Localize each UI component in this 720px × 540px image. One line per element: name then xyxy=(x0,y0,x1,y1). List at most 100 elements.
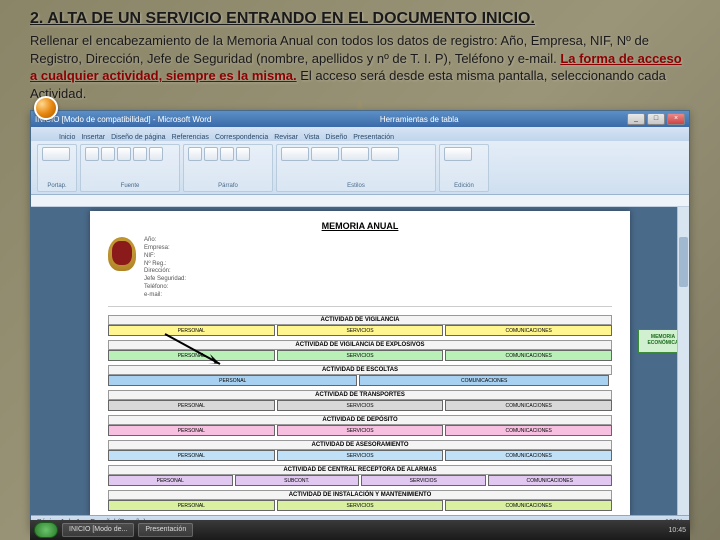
activity-cell[interactable]: COMUNICACIONES xyxy=(445,500,612,511)
document-page: MEMORIA ANUAL Año: Empresa: NIF: Nº Reg.… xyxy=(90,211,630,515)
align-center-button[interactable] xyxy=(204,147,218,161)
tab-insertar[interactable]: Insertar xyxy=(81,134,105,141)
context-tab-label: Herramientas de tabla xyxy=(380,115,459,124)
activity-cell[interactable]: COMUNICACIONES xyxy=(445,450,612,461)
activity-cell[interactable]: PERSONAL xyxy=(108,450,275,461)
system-tray-clock[interactable]: 10:45 xyxy=(668,527,686,534)
activity-cell[interactable]: SERVICIOS xyxy=(277,325,444,336)
taskbar-item-word[interactable]: INICIO [Modo de... xyxy=(62,523,134,537)
ribbon-toolbar: Portap. Fuente Párrafo Estilos Edición xyxy=(31,141,689,195)
window-titlebar: INICIO [Modo de compatibilidad] - Micros… xyxy=(31,111,689,127)
tab-inicio[interactable]: Inicio xyxy=(59,134,75,141)
activity-block: ACTIVIDAD DE TRANSPORTESPERSONALSERVICIO… xyxy=(108,390,612,411)
bold-button[interactable] xyxy=(85,147,99,161)
activity-cells-row: PERSONALSERVICIOSCOMUNICACIONES xyxy=(108,325,612,336)
activity-block: ACTIVIDAD DE VIGILANCIA DE EXPLOSIVOSPER… xyxy=(108,340,612,361)
activity-cell[interactable]: COMUNICACIONES xyxy=(359,375,608,386)
activity-cell[interactable]: PERSONAL xyxy=(108,400,275,411)
activity-cells-row: PERSONALSERVICIOSCOMUNICACIONES xyxy=(108,400,612,411)
group-font: Fuente xyxy=(85,183,175,189)
tab-vista[interactable]: Vista xyxy=(304,134,319,141)
group-paragraph: Párrafo xyxy=(188,183,268,189)
activity-title: ACTIVIDAD DE CENTRAL RECEPTORA DE ALARMA… xyxy=(108,465,612,475)
activity-cell[interactable]: SERVICIOS xyxy=(277,500,444,511)
activity-title: ACTIVIDAD DE DEPÓSITO xyxy=(108,415,612,425)
style-1[interactable] xyxy=(281,147,309,161)
activity-cell[interactable]: COMUNICACIONES xyxy=(445,425,612,436)
underline-button[interactable] xyxy=(117,147,131,161)
activity-cell[interactable]: PERSONAL xyxy=(108,425,275,436)
activity-cell[interactable]: PERSONAL xyxy=(108,475,233,486)
find-button[interactable] xyxy=(444,147,472,161)
slide-description: Rellenar el encabezamiento de la Memoria… xyxy=(30,32,690,102)
activity-block: ACTIVIDAD DE INSTALACIÓN Y MANTENIMIENTO… xyxy=(108,490,612,511)
police-shield-icon xyxy=(108,237,136,271)
style-3[interactable] xyxy=(341,147,369,161)
activity-cell[interactable]: PERSONAL xyxy=(108,500,275,511)
paste-button[interactable] xyxy=(42,147,70,161)
activity-cell[interactable]: SERVICIOS xyxy=(361,475,486,486)
activity-title: ACTIVIDAD DE INSTALACIÓN Y MANTENIMIENTO xyxy=(108,490,612,500)
windows-taskbar: INICIO [Modo de... Presentación 10:45 xyxy=(30,520,690,540)
tab-revisar[interactable]: Revisar xyxy=(274,134,298,141)
window-title: INICIO [Modo de compatibilidad] - Micros… xyxy=(35,115,211,124)
close-button[interactable]: × xyxy=(667,113,685,125)
header-field-labels: Año: Empresa: NIF: Nº Reg.: Dirección: J… xyxy=(144,237,186,299)
activity-block: ACTIVIDAD DE CENTRAL RECEPTORA DE ALARMA… xyxy=(108,465,612,486)
activity-title: ACTIVIDAD DE ASESORAMIENTO xyxy=(108,440,612,450)
activity-cells-row: PERSONALSERVICIOSCOMUNICACIONES xyxy=(108,450,612,461)
activity-cell[interactable]: SUBCONT. xyxy=(235,475,360,486)
activity-cell[interactable]: SERVICIOS xyxy=(277,350,444,361)
slide-title: 2. ALTA DE UN SERVICIO ENTRANDO EN EL DO… xyxy=(30,10,690,28)
activity-cell[interactable]: PERSONAL xyxy=(108,375,357,386)
bullets-button[interactable] xyxy=(236,147,250,161)
ribbon-tabs: Inicio Insertar Diseño de página Referen… xyxy=(31,127,689,141)
word-window: INICIO [Modo de compatibilidad] - Micros… xyxy=(30,110,690,530)
vertical-scrollbar[interactable] xyxy=(677,207,689,515)
activity-cell[interactable]: COMUNICACIONES xyxy=(445,350,612,361)
activity-cell[interactable]: COMUNICACIONES xyxy=(488,475,613,486)
activity-cell[interactable]: SERVICIOS xyxy=(277,425,444,436)
activity-title: ACTIVIDAD DE VIGILANCIA DE EXPLOSIVOS xyxy=(108,340,612,350)
start-button[interactable] xyxy=(34,522,58,538)
horizontal-ruler[interactable] xyxy=(31,195,689,207)
font-color-button[interactable] xyxy=(133,147,147,161)
group-editing: Edición xyxy=(444,183,484,189)
activity-cells-row: PERSONALCOMUNICACIONES xyxy=(108,375,612,386)
tab-referencias[interactable]: Referencias xyxy=(172,134,209,141)
taskbar-item-presentation[interactable]: Presentación xyxy=(138,523,193,537)
tab-diseno[interactable]: Diseño xyxy=(325,134,347,141)
activity-cell[interactable]: SERVICIOS xyxy=(277,450,444,461)
style-4[interactable] xyxy=(371,147,399,161)
activity-block: ACTIVIDAD DE DEPÓSITOPERSONALSERVICIOSCO… xyxy=(108,415,612,436)
align-right-button[interactable] xyxy=(220,147,234,161)
activity-cell[interactable]: COMUNICACIONES xyxy=(445,400,612,411)
group-clipboard: Portap. xyxy=(42,183,72,189)
document-canvas: MEMORIA ANUAL Año: Empresa: NIF: Nº Reg.… xyxy=(31,207,689,515)
activity-cell[interactable]: COMUNICACIONES xyxy=(445,325,612,336)
scroll-thumb[interactable] xyxy=(679,237,688,287)
tab-presentacion[interactable]: Presentación xyxy=(353,134,394,141)
italic-button[interactable] xyxy=(101,147,115,161)
activity-cells-row: PERSONALSERVICIOSCOMUNICACIONES xyxy=(108,350,612,361)
activity-title: ACTIVIDAD DE VIGILANCIA xyxy=(108,315,612,325)
tab-correspondencia[interactable]: Correspondencia xyxy=(215,134,268,141)
activity-title: ACTIVIDAD DE ESCOLTAS xyxy=(108,365,612,375)
align-left-button[interactable] xyxy=(188,147,202,161)
font-size-button[interactable] xyxy=(149,147,163,161)
maximize-button[interactable]: □ xyxy=(647,113,665,125)
style-2[interactable] xyxy=(311,147,339,161)
header-fields-block[interactable]: Año: Empresa: NIF: Nº Reg.: Dirección: J… xyxy=(108,237,612,306)
activity-cell[interactable]: PERSONAL xyxy=(108,325,275,336)
activity-block: ACTIVIDAD DE ESCOLTASPERSONALCOMUNICACIO… xyxy=(108,365,612,386)
minimize-button[interactable]: _ xyxy=(627,113,645,125)
tab-diseno-pagina[interactable]: Diseño de página xyxy=(111,134,166,141)
group-styles: Estilos xyxy=(281,183,431,189)
activity-cell[interactable]: SERVICIOS xyxy=(277,400,444,411)
document-heading: MEMORIA ANUAL xyxy=(108,221,612,231)
office-button[interactable] xyxy=(34,96,58,120)
activity-cells-row: PERSONALSERVICIOSCOMUNICACIONES xyxy=(108,425,612,436)
activity-block: ACTIVIDAD DE VIGILANCIAPERSONALSERVICIOS… xyxy=(108,315,612,336)
activity-cell[interactable]: PERSONAL xyxy=(108,350,275,361)
activity-block: ACTIVIDAD DE ASESORAMIENTOPERSONALSERVIC… xyxy=(108,440,612,461)
